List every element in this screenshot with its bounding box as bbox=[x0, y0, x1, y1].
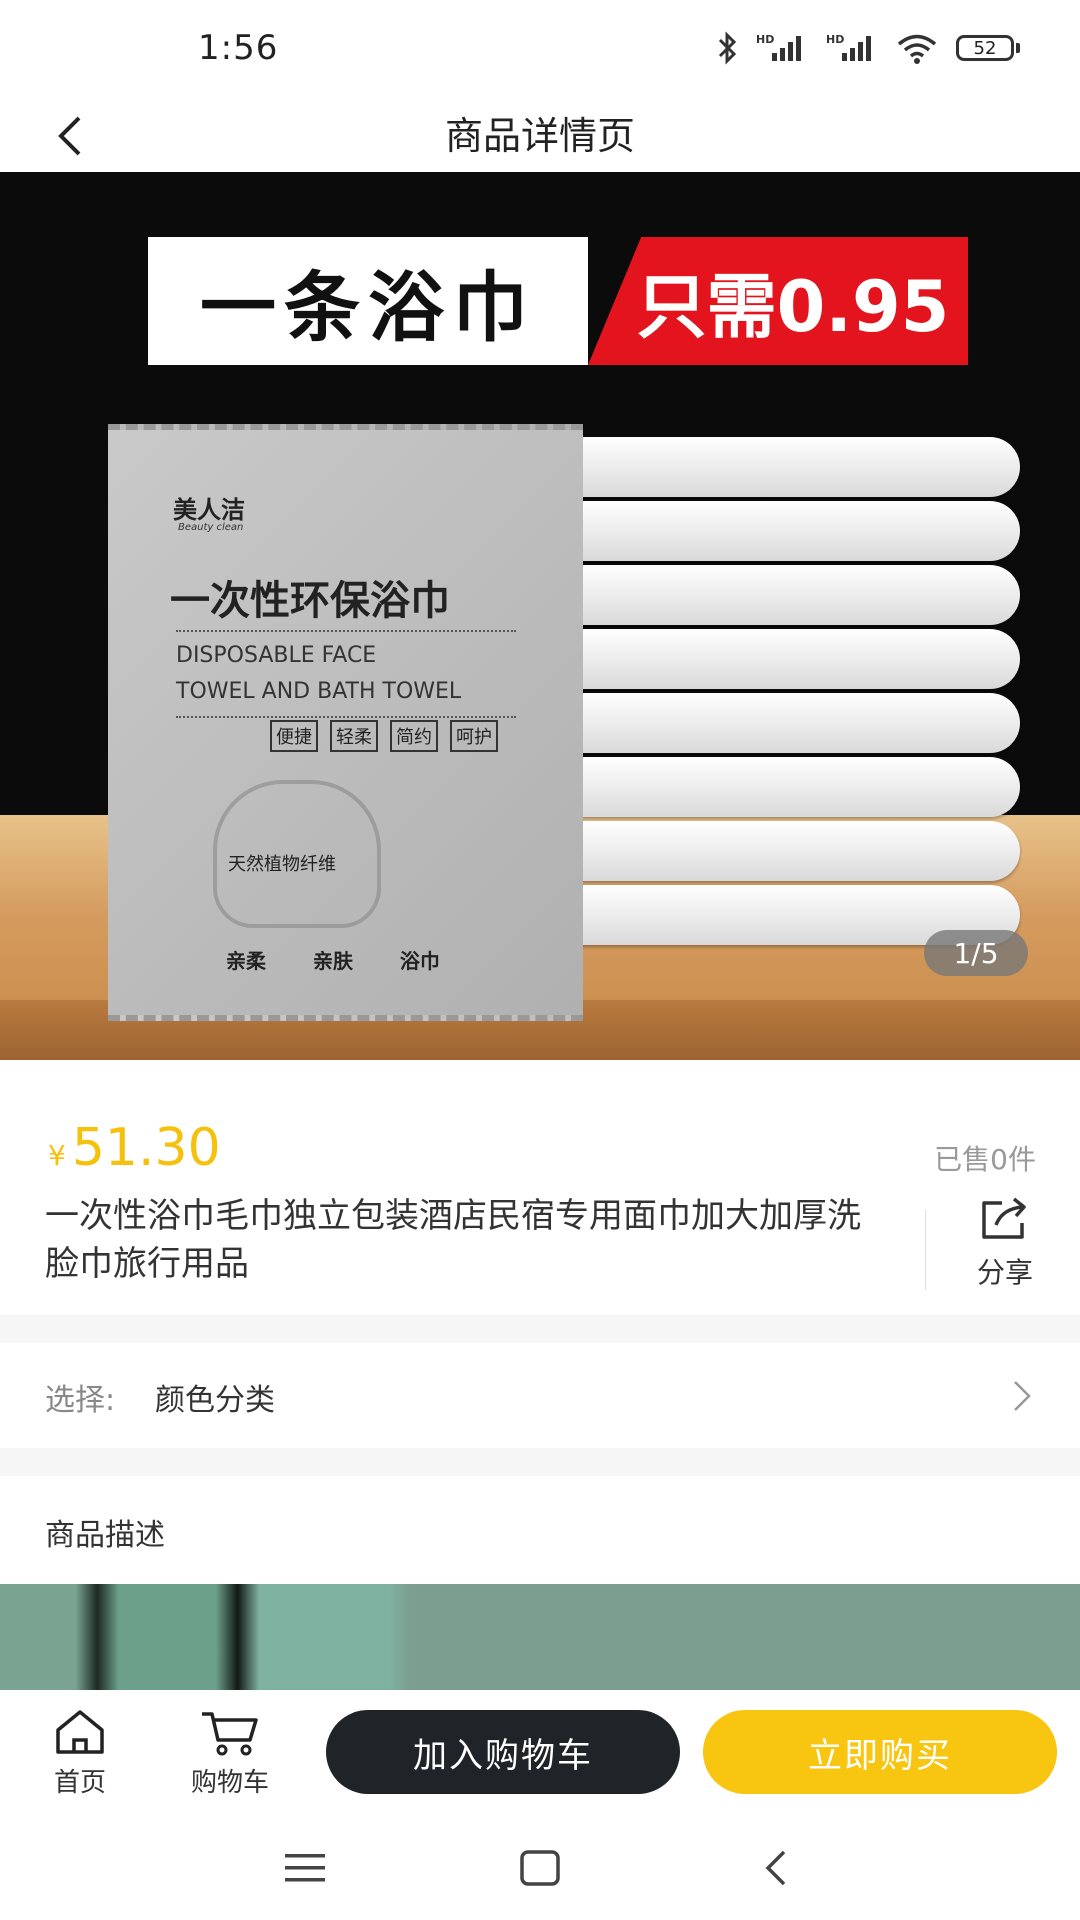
tab-home[interactable]: 首页 bbox=[38, 1708, 122, 1799]
price-value: 51.30 bbox=[71, 1118, 221, 1178]
spec-prefix: 选择: bbox=[45, 1383, 116, 1418]
pack-tag: 轻柔 bbox=[330, 720, 378, 752]
system-nav-bar bbox=[0, 1815, 1080, 1920]
share-icon bbox=[982, 1197, 1026, 1239]
promo-banner-right: 只需0.95 bbox=[588, 237, 968, 365]
home-system-button[interactable] bbox=[510, 1843, 570, 1893]
price-currency: ¥ bbox=[48, 1139, 66, 1172]
pack-tags: 便捷 轻柔 简约 呵护 bbox=[270, 720, 498, 752]
battery-icon: 52 bbox=[956, 35, 1020, 61]
product-info-card: ¥ 51.30 已售0件 一次性浴巾毛巾独立包装酒店民宿专用面巾加大加厚洗脸巾旅… bbox=[0, 1060, 1080, 1315]
pack-tag: 呵护 bbox=[450, 720, 498, 752]
buy-now-button[interactable]: 立即购买 bbox=[703, 1710, 1057, 1794]
pack-tag: 简约 bbox=[390, 720, 438, 752]
pack-brand-sub: Beauty clean bbox=[178, 522, 244, 533]
product-image-carousel[interactable]: 一条浴巾 只需0.95 美人洁 Beauty clean 一次性环保浴巾 DIS… bbox=[0, 172, 1080, 1060]
pack-en-line1: DISPOSABLE FACE bbox=[176, 643, 377, 668]
tab-cart[interactable]: 购物车 bbox=[180, 1708, 280, 1799]
status-icons: HD HD 52 bbox=[716, 26, 1020, 70]
menu-icon bbox=[285, 1854, 325, 1882]
pack-title: 一次性环保浴巾 bbox=[170, 578, 450, 624]
pack-fiber: 天然植物纤维 bbox=[228, 854, 336, 875]
status-time: 1:56 bbox=[198, 28, 279, 68]
pack-en-line2: TOWEL AND BATH TOWEL bbox=[176, 679, 462, 704]
pack-brand: 美人洁 bbox=[173, 496, 245, 524]
description-title: 商品描述 bbox=[45, 1518, 165, 1553]
tab-cart-label: 购物车 bbox=[190, 1768, 269, 1798]
svg-text:HD: HD bbox=[826, 33, 844, 46]
towel-stack bbox=[560, 437, 1020, 949]
cart-icon bbox=[202, 1712, 258, 1756]
signal-hd-icon: HD bbox=[756, 33, 801, 61]
chevron-right-icon bbox=[1014, 1381, 1031, 1411]
bluetooth-icon bbox=[718, 31, 737, 65]
status-bar: 1:56 HD HD 52 bbox=[0, 0, 1080, 100]
promo-banner: 一条浴巾 只需0.95 bbox=[148, 237, 968, 365]
share-divider bbox=[925, 1210, 926, 1290]
towel-package: 美人洁 Beauty clean 一次性环保浴巾 DISPOSABLE FACE… bbox=[108, 424, 583, 1021]
svg-text:HD: HD bbox=[756, 33, 774, 46]
signal-hd-icon-2: HD bbox=[826, 33, 871, 61]
battery-level: 52 bbox=[956, 35, 1014, 61]
spec-selector-row[interactable]: 选择: 颜色分类 bbox=[0, 1343, 1080, 1448]
back-triangle-icon bbox=[765, 1850, 786, 1886]
tab-home-label: 首页 bbox=[53, 1768, 106, 1798]
square-icon bbox=[520, 1850, 560, 1886]
image-page-indicator: 1/5 bbox=[924, 930, 1028, 976]
nav-bar: 商品详情页 bbox=[0, 100, 1080, 172]
recent-apps-button[interactable] bbox=[275, 1843, 335, 1893]
pack-english-text: DISPOSABLE FACE TOWEL AND BATH TOWEL bbox=[176, 630, 516, 718]
share-button[interactable]: 分享 bbox=[960, 1195, 1050, 1295]
sold-count: 已售0件 bbox=[934, 1143, 1036, 1176]
system-back-button[interactable] bbox=[745, 1843, 805, 1893]
product-price: ¥ 51.30 bbox=[48, 1118, 221, 1178]
promo-banner-left: 一条浴巾 bbox=[148, 237, 588, 365]
home-icon bbox=[56, 1710, 104, 1754]
description-section: 商品描述 bbox=[0, 1476, 1080, 1584]
page-title: 商品详情页 bbox=[444, 114, 635, 158]
bottom-action-bar: 首页 购物车 加入购物车 立即购买 bbox=[0, 1690, 1080, 1815]
spec-value: 颜色分类 bbox=[155, 1383, 275, 1418]
pack-tag: 便捷 bbox=[270, 720, 318, 752]
description-image bbox=[0, 1584, 1080, 1690]
share-label: 分享 bbox=[976, 1256, 1033, 1289]
pack-bottom-text: 亲柔 亲肤 浴巾 bbox=[226, 949, 440, 973]
wifi-icon bbox=[897, 34, 937, 64]
add-to-cart-button[interactable]: 加入购物车 bbox=[326, 1710, 680, 1794]
product-title: 一次性浴巾毛巾独立包装酒店民宿专用面巾加大加厚洗脸巾旅行用品 bbox=[45, 1196, 861, 1284]
